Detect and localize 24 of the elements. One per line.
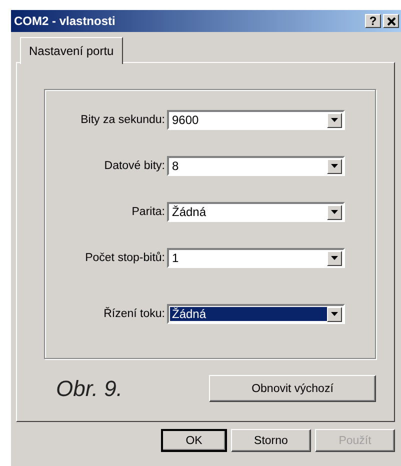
figure-caption: Obr. 9. <box>56 376 122 402</box>
window-title: COM2 - vlastnosti <box>14 14 116 28</box>
field-label: Parita: <box>130 206 166 218</box>
dialog-button[interactable]: OK <box>161 429 227 452</box>
dropdown[interactable]: 8 <box>167 156 345 176</box>
dropdown[interactable]: Žádná <box>167 202 345 222</box>
close-button[interactable] <box>383 14 399 28</box>
dropdown-value: 9600 <box>171 113 200 127</box>
help-button[interactable]: ? <box>365 14 381 28</box>
dropdown[interactable]: 9600 <box>167 110 345 130</box>
dropdown-value: Žádná <box>170 307 327 321</box>
dropdown-value: Žádná <box>171 205 208 219</box>
tab[interactable]: Nastavení portu <box>20 37 123 64</box>
dropdown-value: 1 <box>171 251 180 265</box>
field-label: Bity za sekundu: <box>80 114 166 126</box>
close-icon <box>386 16 396 26</box>
dropdown[interactable]: Žádná <box>167 304 345 324</box>
dialog-button[interactable]: Storno <box>231 429 311 452</box>
field-label: Počet stop-bitů: <box>84 252 166 264</box>
field-label: Řízení toku: <box>102 308 166 320</box>
restore-defaults-button[interactable]: Obnovit výchozí <box>209 375 376 402</box>
field-label: Datové bity: <box>103 160 166 172</box>
dropdown-value: 8 <box>171 159 180 173</box>
dropdown[interactable]: 1 <box>167 248 345 268</box>
